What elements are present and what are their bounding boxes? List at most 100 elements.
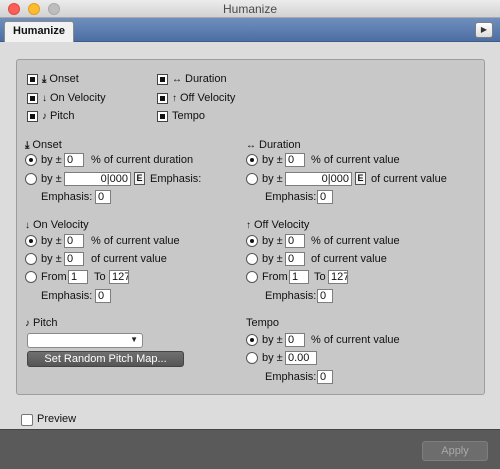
off-velocity-by2-label: by ± [262, 253, 283, 265]
off-velocity-from-field[interactable]: 1 [289, 270, 309, 284]
off-velocity-section-title: ↑ Off Velocity [246, 219, 310, 231]
pitch-map-dropdown[interactable]: ▼ [27, 333, 143, 348]
on-velocity-by-value-radio[interactable] [25, 253, 37, 265]
off-velocity-percent-field[interactable]: 0 [285, 234, 305, 248]
pitch-checkbox[interactable] [27, 111, 38, 122]
on-velocity-check-label: ↓ On Velocity [42, 92, 106, 104]
tempo-by2-label: by ± [262, 352, 283, 364]
on-velocity-percent-field[interactable]: 0 [64, 234, 84, 248]
tempo-percent-field[interactable]: 0 [285, 333, 305, 347]
off-velocity-checkbox[interactable] [157, 93, 168, 104]
pitch-check-label: ♪ Pitch [42, 110, 75, 122]
onset-emphasis-inline-label: Emphasis: [150, 173, 202, 185]
tempo-value-field[interactable]: 0.00 [285, 351, 317, 365]
off-velocity-check-label: ↑ Off Velocity [172, 92, 236, 104]
pitch-section-title: ♪ Pitch [25, 317, 58, 329]
onset-percent-label: % of current duration [91, 154, 194, 166]
onset-percent-field[interactable]: 0 [64, 153, 84, 167]
on-velocity-to-field[interactable]: 127 [109, 270, 129, 284]
duration-section-title: ↔ Duration [246, 139, 301, 151]
horizontal-arrow-icon: ↔ [246, 140, 256, 151]
off-velocity-emphasis-label: Emphasis: [265, 290, 317, 302]
on-velocity-emphasis-field[interactable]: 0 [95, 289, 111, 303]
on-velocity-checkbox[interactable] [27, 93, 38, 104]
window-title: Humanize [222, 2, 278, 16]
off-velocity-to-label: To [314, 271, 326, 283]
duration-check-label: ↔ Duration [172, 73, 227, 85]
duration-emphasis-field[interactable]: 0 [317, 190, 333, 204]
on-velocity-by-percent-radio[interactable] [25, 235, 37, 247]
onset-icon: ⤓ [25, 140, 30, 151]
on-velocity-range-radio[interactable] [25, 271, 37, 283]
duration-time-field[interactable]: 0|000 [285, 172, 352, 186]
set-random-pitch-map-button[interactable]: Set Random Pitch Map... [27, 351, 184, 367]
onset-icon: ⤓ [42, 74, 47, 85]
duration-percent-label: % of current value [311, 154, 400, 166]
on-velocity-to-label: To [94, 271, 106, 283]
duration-by-percent-radio[interactable] [246, 154, 258, 166]
off-velocity-emphasis-field[interactable]: 0 [317, 289, 333, 303]
footer-bar: Apply [0, 429, 500, 469]
off-velocity-to-field[interactable]: 127 [328, 270, 348, 284]
off-velocity-by-value-radio[interactable] [246, 253, 258, 265]
off-velocity-from-label: From [262, 271, 288, 283]
onset-by2-label: by ± [41, 173, 62, 185]
down-arrow-icon: ↓ [25, 220, 30, 231]
tab-humanize[interactable]: Humanize [4, 21, 74, 42]
up-arrow-icon: ↑ [172, 93, 177, 104]
on-velocity-of-label: of current value [91, 253, 167, 265]
off-velocity-range-radio[interactable] [246, 271, 258, 283]
tempo-emphasis-field[interactable]: 0 [317, 370, 333, 384]
onset-checkbox[interactable] [27, 74, 38, 85]
onset-time-field[interactable]: 0|000 [64, 172, 131, 186]
music-note-icon: ♪ [25, 318, 30, 329]
music-note-icon: ♪ [42, 111, 47, 122]
on-velocity-by-label: by ± [41, 235, 62, 247]
tempo-check-label: Tempo [172, 110, 206, 122]
off-velocity-by-percent-radio[interactable] [246, 235, 258, 247]
duration-by-label: by ± [262, 154, 283, 166]
on-velocity-by2-label: by ± [41, 253, 62, 265]
on-velocity-percent-label: % of current value [91, 235, 180, 247]
duration-of-label: of current value [371, 173, 447, 185]
tempo-by-percent-radio[interactable] [246, 334, 258, 346]
onset-check-label: ⤓ Onset [42, 73, 79, 85]
tempo-by-value-radio[interactable] [246, 352, 258, 364]
horizontal-arrow-icon: ↔ [172, 74, 182, 85]
on-velocity-value-field[interactable]: 0 [64, 252, 84, 266]
tempo-percent-label: % of current value [311, 334, 400, 346]
duration-emphasis-label: Emphasis: [265, 191, 317, 203]
duration-e-button[interactable]: E [355, 172, 366, 185]
chevron-down-icon: ▼ [130, 335, 138, 344]
off-velocity-by-label: by ± [262, 235, 283, 247]
apply-button[interactable]: Apply [422, 441, 488, 461]
tempo-by-label: by ± [262, 334, 283, 346]
onset-emphasis-field[interactable]: 0 [95, 190, 111, 204]
onset-by-percent-radio[interactable] [25, 154, 37, 166]
off-velocity-of-label: of current value [311, 253, 387, 265]
tempo-section-title: Tempo [246, 317, 280, 329]
onset-by-label: by ± [41, 154, 62, 166]
on-velocity-from-label: From [41, 271, 67, 283]
down-arrow-icon: ↓ [42, 93, 47, 104]
tempo-emphasis-label: Emphasis: [265, 371, 317, 383]
off-velocity-value-field[interactable]: 0 [285, 252, 305, 266]
play-icon[interactable]: ▶ [475, 22, 493, 38]
duration-by2-label: by ± [262, 173, 283, 185]
onset-e-button[interactable]: E [134, 172, 145, 185]
tempo-checkbox[interactable] [157, 111, 168, 122]
duration-percent-field[interactable]: 0 [285, 153, 305, 167]
on-velocity-emphasis-label: Emphasis: [41, 290, 93, 302]
humanize-panel: ⤓ Onset ↓ On Velocity ♪ Pitch ↔ Duration ↑ Of… [16, 59, 485, 395]
onset-by-time-radio[interactable] [25, 173, 37, 185]
on-velocity-from-field[interactable]: 1 [68, 270, 88, 284]
duration-by-time-radio[interactable] [246, 173, 258, 185]
off-velocity-percent-label: % of current value [311, 235, 400, 247]
preview-checkbox[interactable] [21, 414, 33, 426]
onset-emphasis-label: Emphasis: [41, 191, 93, 203]
duration-checkbox[interactable] [157, 74, 168, 85]
on-velocity-section-title: ↓ On Velocity [25, 219, 89, 231]
title-bar: Humanize [0, 0, 500, 18]
tab-bar: Humanize ▶ [0, 18, 500, 42]
onset-section-title: ⤓ Onset [25, 139, 62, 151]
